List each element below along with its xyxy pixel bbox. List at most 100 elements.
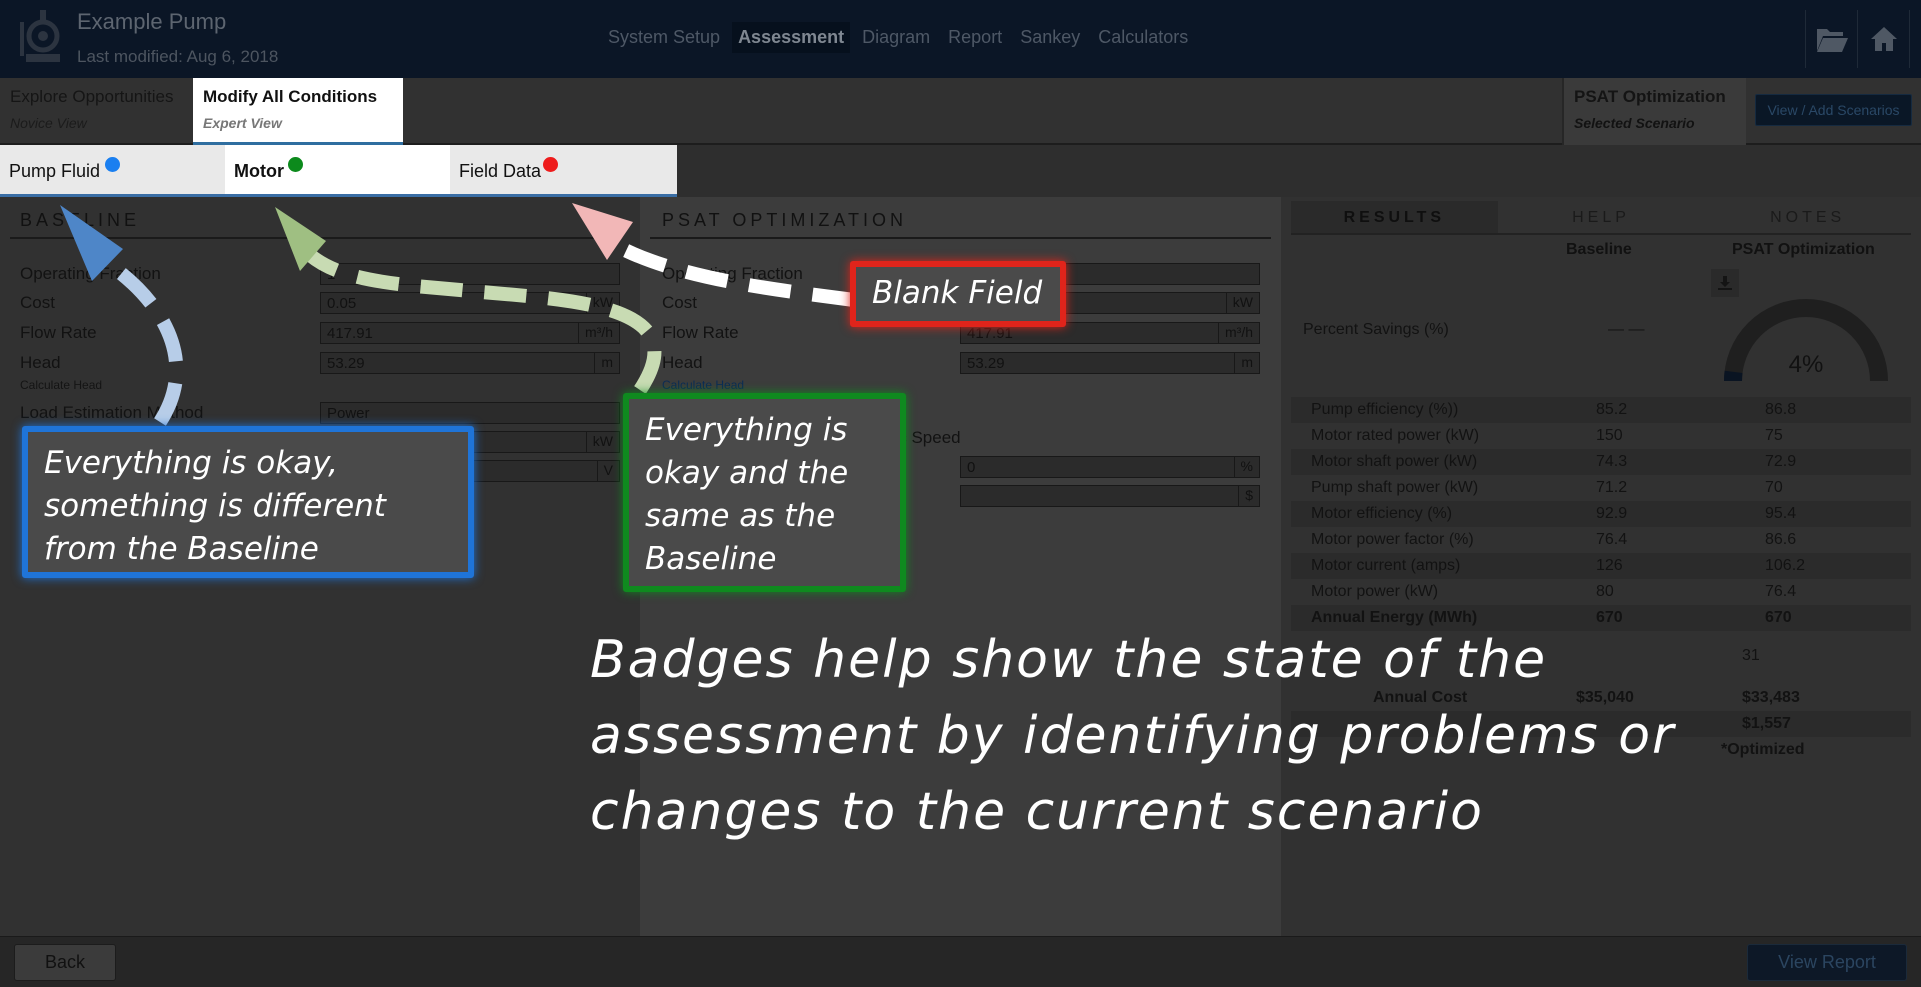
row-optimized: 72.9 [1765, 453, 1797, 470]
baseline-title: BASELINE [20, 210, 141, 230]
row-baseline: 150 [1596, 427, 1623, 444]
callout-okay-different: Everything is okay, something is differe… [22, 426, 474, 578]
callout-okay-same: Everything is okay and the same as the B… [623, 393, 906, 592]
opt-calculate-head-link[interactable]: Calculate Head [662, 378, 744, 392]
unit: kW [585, 432, 619, 452]
input-value: 1 [327, 266, 336, 283]
table-row: Pump efficiency (%)) 85.2 86.8 [1291, 397, 1911, 423]
tab-label: Pump Fluid [9, 161, 101, 181]
table-row: Motor power factor (%) 76.4 86.6 [1291, 527, 1911, 553]
tab-explore-opportunities[interactable]: Explore Opportunities Novice View [0, 78, 192, 145]
unit: kW [585, 293, 619, 313]
callout-blank-field: Blank Field [850, 261, 1066, 327]
input-value: Power [327, 405, 370, 422]
row-baseline: 76.4 [1596, 531, 1628, 548]
input-value: 53.29 [327, 355, 365, 372]
view-tab-subtitle: Expert View [203, 115, 282, 131]
row-label: Pump efficiency (%)) [1311, 401, 1459, 418]
input-value: 417.91 [327, 325, 373, 342]
component-tabs: Pump Fluid Motor Field Data [0, 145, 677, 197]
view-tab-subtitle: Novice View [10, 115, 87, 131]
scenario-name: PSAT Optimization [1574, 87, 1726, 106]
row-optimized: 75 [1765, 427, 1783, 444]
tab-help[interactable]: HELP [1497, 201, 1705, 235]
tab-notes[interactable]: NOTES [1704, 201, 1912, 235]
opt-head-input[interactable]: 53.29 m [960, 352, 1260, 374]
divider [650, 237, 1271, 239]
results-tabs: RESULTS HELP NOTES [1291, 201, 1912, 235]
row-label: Motor power (kW) [1311, 583, 1439, 600]
cost-label: Cost [20, 293, 55, 312]
row-label: Pump shaft power (kW) [1311, 479, 1479, 496]
view-report-button[interactable]: View Report [1747, 944, 1907, 981]
input-value: 53.29 [967, 355, 1005, 372]
unit: V [596, 461, 619, 481]
row-optimized: 106.2 [1765, 557, 1806, 574]
opt-operating-fraction-label: Operating Fraction [662, 264, 803, 283]
unit: % [1233, 457, 1259, 477]
row-label: Motor efficiency (%) [1311, 505, 1453, 522]
tab-label: Field Data [459, 161, 542, 181]
row-baseline: — — [1608, 321, 1645, 338]
opt-cost-label: Cost [662, 293, 697, 312]
header-icons [1805, 10, 1921, 68]
app-title: Example Pump [77, 9, 227, 34]
opt-head-label: Head [662, 353, 703, 372]
calculate-head-link[interactable]: Calculate Head [20, 378, 102, 392]
input-value: 0.05 [327, 295, 357, 312]
row-baseline: 71.2 [1596, 479, 1628, 496]
col-optimization-header: PSAT Optimization [1732, 241, 1875, 258]
col-baseline-header: Baseline [1566, 241, 1632, 258]
tab-motor[interactable]: Motor [225, 145, 450, 194]
table-row: Motor rated power (kW) 150 75 [1291, 423, 1911, 449]
caption-text: Badges help show the state of the assess… [590, 630, 1676, 842]
folder-open-icon[interactable] [1805, 10, 1857, 68]
row-label: Motor current (amps) [1311, 557, 1461, 574]
nav-tab-sankey[interactable]: Sankey [1014, 22, 1086, 53]
view-tab-title: Explore Opportunities [10, 87, 174, 106]
opt-efficiency-input[interactable]: 0% [960, 456, 1260, 478]
row-baseline: 85.2 [1596, 401, 1628, 418]
head-input[interactable]: 53.29 m [320, 352, 620, 374]
unit: m [594, 353, 619, 373]
table-row: Motor power (kW) 80 76.4 [1291, 579, 1911, 605]
nav-tab-system-setup[interactable]: System Setup [602, 22, 726, 53]
tab-modify-all-conditions[interactable]: Modify All Conditions Expert View [193, 78, 403, 145]
row-optimized: 86.8 [1765, 401, 1797, 418]
tab-pump-fluid[interactable]: Pump Fluid [0, 145, 225, 194]
optimization-title: PSAT OPTIMIZATION [662, 210, 908, 230]
tab-label: Motor [234, 161, 284, 181]
view-add-scenarios-button[interactable]: View / Add Scenarios [1755, 94, 1912, 126]
row-optimized: 95.4 [1765, 505, 1797, 522]
back-button[interactable]: Back [14, 944, 116, 981]
home-icon[interactable] [1857, 10, 1909, 68]
row-optimized: 76.4 [1765, 583, 1797, 600]
flow-rate-input[interactable]: 417.91 m³/h [320, 322, 620, 344]
unit: kW [1225, 293, 1259, 313]
unit: m³/h [1218, 323, 1259, 343]
status-badge-green [288, 157, 303, 172]
header-edge [1909, 10, 1921, 68]
row-baseline: 92.9 [1596, 505, 1628, 522]
table-row: Motor efficiency (%) 92.9 95.4 [1291, 501, 1911, 527]
main-nav: System Setup Assessment Diagram Report S… [602, 22, 1194, 53]
tab-results[interactable]: RESULTS [1291, 201, 1498, 235]
operating-fraction-input[interactable]: 1 [320, 263, 620, 285]
unit: m [1234, 353, 1259, 373]
row-label: Motor power factor (%) [1311, 531, 1474, 548]
row-baseline: 126 [1596, 557, 1623, 574]
cost-input[interactable]: 0.05 kW [320, 292, 620, 314]
footer-bar: Back View Report [0, 936, 1921, 987]
opt-cost-dollar-input[interactable]: $ [960, 485, 1260, 507]
nav-tab-assessment[interactable]: Assessment [732, 22, 851, 53]
table-row: Motor shaft power (kW) 74.3 72.9 [1291, 449, 1911, 475]
nav-tab-diagram[interactable]: Diagram [856, 22, 936, 53]
row-optimized: 86.6 [1765, 531, 1797, 548]
selected-scenario: PSAT Optimization Selected Scenario [1562, 78, 1746, 145]
row-label: Motor shaft power (kW) [1311, 453, 1478, 470]
nav-tab-calculators[interactable]: Calculators [1092, 22, 1194, 53]
load-method-select[interactable]: Power [320, 402, 620, 424]
tab-field-data[interactable]: Field Data [450, 145, 675, 194]
nav-tab-report[interactable]: Report [942, 22, 1008, 53]
app-root: Example Pump Last modified: Aug 6, 2018 … [0, 0, 1921, 987]
